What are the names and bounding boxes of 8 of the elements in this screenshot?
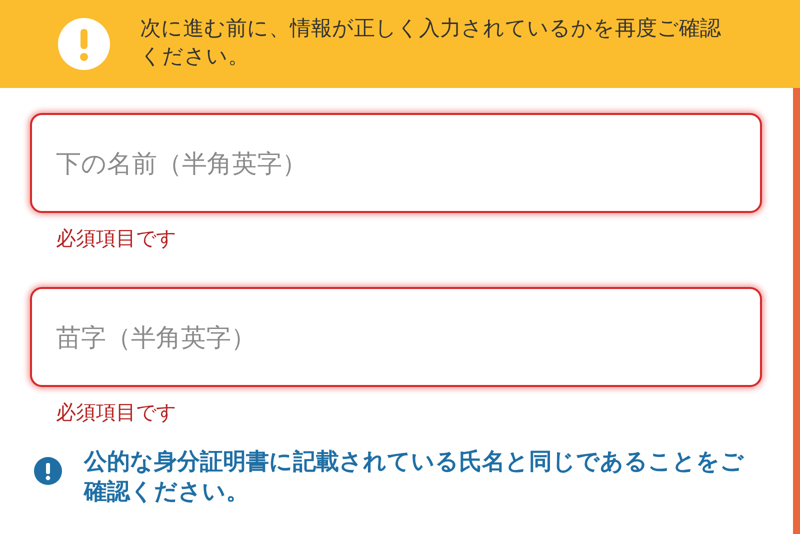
name-input-field[interactable]: 苗字（半角英字） (30, 287, 762, 387)
name-input-field[interactable]: 下の名前（半角英字） (30, 113, 762, 213)
warning-message: 次に進む前に、情報が正しく入力されているかを再度ご確認ください。 (140, 15, 722, 70)
warning-icon (58, 18, 110, 70)
error-message: 必須項目です (56, 225, 176, 251)
error-message: 必須項目です (56, 399, 176, 425)
notice-text: 公的な身分証明書に記載されている氏名と同じであることをご確認ください。 (84, 448, 745, 507)
info-icon (34, 457, 62, 485)
